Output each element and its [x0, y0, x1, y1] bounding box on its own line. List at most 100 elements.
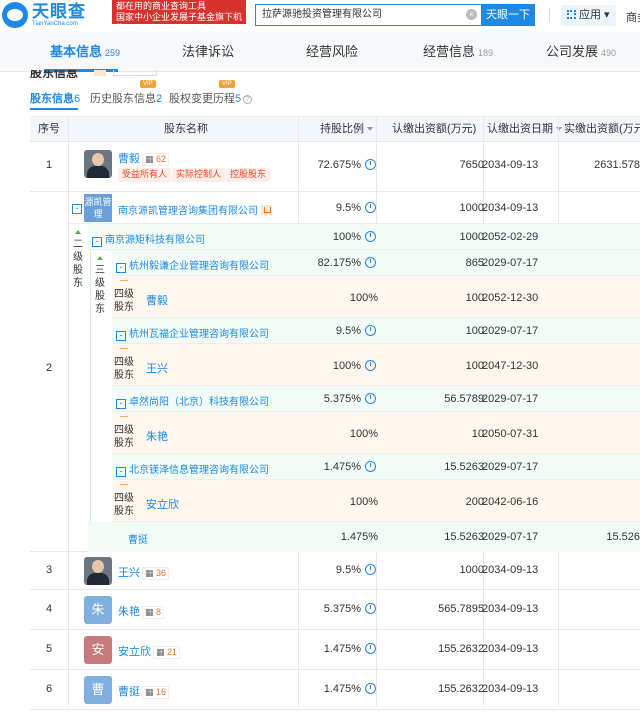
subtab-history-shareholders[interactable]: VIP 历史股东信息2 [90, 80, 162, 106]
person-name[interactable]: 曹毅 [146, 292, 168, 308]
relation-count: 16 [156, 687, 167, 697]
tab-legal[interactable]: 法律诉讼 [182, 32, 234, 72]
subtab-shareholders[interactable]: 股东信息6 [30, 90, 80, 106]
tab-development[interactable]: 公司发展 490 [546, 32, 616, 72]
person-name[interactable]: 曹挺 [128, 531, 148, 546]
tab-count: 490 [601, 48, 617, 58]
subscribed-date: 2029-07-17 [482, 393, 539, 405]
pie-chart-icon[interactable] [365, 159, 376, 170]
subscribed-date: 2050-07-31 [482, 428, 539, 440]
search-button[interactable]: 天眼一下 [481, 4, 535, 26]
tab-basic-info[interactable]: 基本信息 259 [50, 32, 120, 72]
slogan-banner: 都在用的商业查询工具 国家中小企业发展子基金旗下机构 [112, 0, 246, 33]
table-row: 3 王兴 ▦ 36 9.5% 1000 2034-09-13 [30, 552, 640, 590]
equity-tree-icon[interactable] [261, 205, 272, 215]
shareholder-name[interactable]: 朱艳 ▦ 8 [118, 603, 165, 619]
tag-controlling-shareholder: 控股股东 [226, 168, 271, 182]
company-name[interactable]: - 南京源矩科技有限公司 [92, 231, 205, 247]
avatar[interactable] [84, 150, 112, 178]
minus-icon: - [116, 263, 126, 273]
pie-chart-icon[interactable] [365, 393, 376, 404]
search-input[interactable]: 拉萨源驰投资管理有限公司 [255, 4, 481, 26]
relation-badge[interactable]: ▦ 62 [142, 153, 170, 166]
shareholding-ratio: 1.475% [324, 643, 376, 655]
shareholder-name[interactable]: 曹挺 ▦ 16 [118, 683, 170, 699]
clear-search-icon[interactable]: × [466, 9, 477, 20]
tree-marker [120, 280, 128, 281]
person-name[interactable]: 安立欣 [146, 496, 179, 512]
row-seq: 2 [45, 362, 53, 374]
row-seq: 3 [45, 564, 53, 576]
relation-badge[interactable]: ▦ 36 [142, 567, 170, 580]
logo-eye-icon [2, 2, 28, 28]
ratio-value: 72.675% [317, 159, 361, 171]
paid-amount: 15.526 [606, 531, 640, 543]
company-name[interactable]: - 杭州瓦福企业管理咨询有限公司 [116, 325, 269, 341]
apps-menu-button[interactable]: 应用 ▾ [561, 5, 616, 26]
shareholder-name[interactable]: 曹毅 ▦ 62 [118, 150, 170, 166]
level4-label: 四级股东 [114, 357, 134, 381]
avatar[interactable]: 朱 [84, 596, 112, 624]
avatar[interactable] [84, 557, 112, 585]
tab-count: 189 [478, 48, 494, 58]
tab-label: 公司发展 [546, 44, 599, 59]
level4-label: 四级股东 [114, 425, 134, 449]
subscribed-date: 2029-07-17 [482, 531, 539, 543]
tab-risk[interactable]: 经营风险 [306, 32, 358, 72]
shareholder-name-text: 王兴 [118, 567, 140, 579]
pie-chart-icon[interactable] [365, 564, 376, 575]
company-name[interactable]: 南京源凯管理咨询集团有限公司 [118, 202, 272, 217]
person-name[interactable]: 王兴 [146, 360, 168, 376]
ratio-value: 9.5% [335, 325, 361, 337]
company-name[interactable]: - 卓然尚阳（北京）科技有限公司 [116, 393, 269, 409]
level2-label: 二级股东 [73, 239, 83, 289]
company-name-text: 南京源矩科技有限公司 [105, 235, 205, 246]
company-name[interactable]: - 北京镁泽信息管理咨询有限公司 [116, 461, 269, 477]
pie-chart-icon[interactable] [365, 202, 376, 213]
tab-operations[interactable]: 经营信息 189 [423, 32, 493, 72]
subscribed-amount: 56.5789 [444, 393, 484, 405]
shareholder-name[interactable]: 安立欣 ▦ 21 [118, 643, 181, 659]
subtab-count: 5 [235, 93, 242, 105]
col-ratio[interactable]: 持股比例 [320, 117, 373, 143]
slogan-line2: 国家中小企业发展子基金旗下机构 [116, 12, 243, 33]
company-name-text: 南京源凯管理咨询集团有限公司 [118, 206, 258, 217]
ratio-value: 1.475% [323, 643, 361, 655]
tree-marker [120, 484, 128, 485]
row-seq: 1 [45, 159, 53, 171]
avatar[interactable]: 安 [84, 636, 112, 664]
relation-badge[interactable]: ▦ 16 [142, 686, 170, 699]
relation-badge[interactable]: ▦ 21 [153, 646, 181, 659]
subtab-equity-changes[interactable]: VIP 股权变更历程5? [169, 80, 253, 106]
avatar[interactable]: 曹 [84, 676, 112, 704]
shareholder-name[interactable]: 王兴 ▦ 36 [118, 564, 170, 580]
section-chip [113, 70, 157, 76]
col-date[interactable]: 认缴出资日期 [487, 117, 562, 143]
subscribed-amount: 155.2632 [438, 643, 484, 655]
business-link[interactable]: 商务 [626, 9, 640, 25]
subscribed-amount: 1000 [459, 202, 484, 214]
pie-chart-icon[interactable] [365, 360, 376, 371]
shareholding-ratio: 1.475% [340, 531, 378, 543]
col-ratio-label: 持股比例 [320, 123, 364, 135]
level3-label: 三级股东 [95, 265, 105, 315]
tab-label: 基本信息 [50, 44, 103, 59]
pie-chart-icon[interactable] [365, 603, 376, 614]
pie-chart-icon[interactable] [365, 257, 376, 268]
subscribed-date: 2034-09-13 [482, 202, 539, 214]
pie-chart-icon[interactable] [365, 325, 376, 336]
subtab-label: 股东信息 [30, 93, 74, 105]
tree-line [90, 250, 91, 522]
shareholder-name-text: 曹挺 [118, 686, 140, 698]
pie-chart-icon[interactable] [365, 683, 376, 694]
person-name[interactable]: 朱艳 [146, 428, 168, 444]
pie-chart-icon[interactable] [365, 643, 376, 654]
table-row: 5 安 安立欣 ▦ 21 1.475% 155.2632 2034-09-13 [30, 630, 640, 670]
pie-chart-icon[interactable] [365, 231, 376, 242]
pie-chart-icon[interactable] [365, 461, 376, 472]
relation-badge[interactable]: ▦ 8 [142, 606, 165, 619]
subrow [112, 344, 640, 386]
company-name[interactable]: - 杭州毅谦企业管理咨询有限公司 [116, 257, 269, 273]
help-icon[interactable]: ? [243, 95, 253, 104]
logo[interactable]: 天眼查 TianYanCha.com [2, 0, 86, 30]
